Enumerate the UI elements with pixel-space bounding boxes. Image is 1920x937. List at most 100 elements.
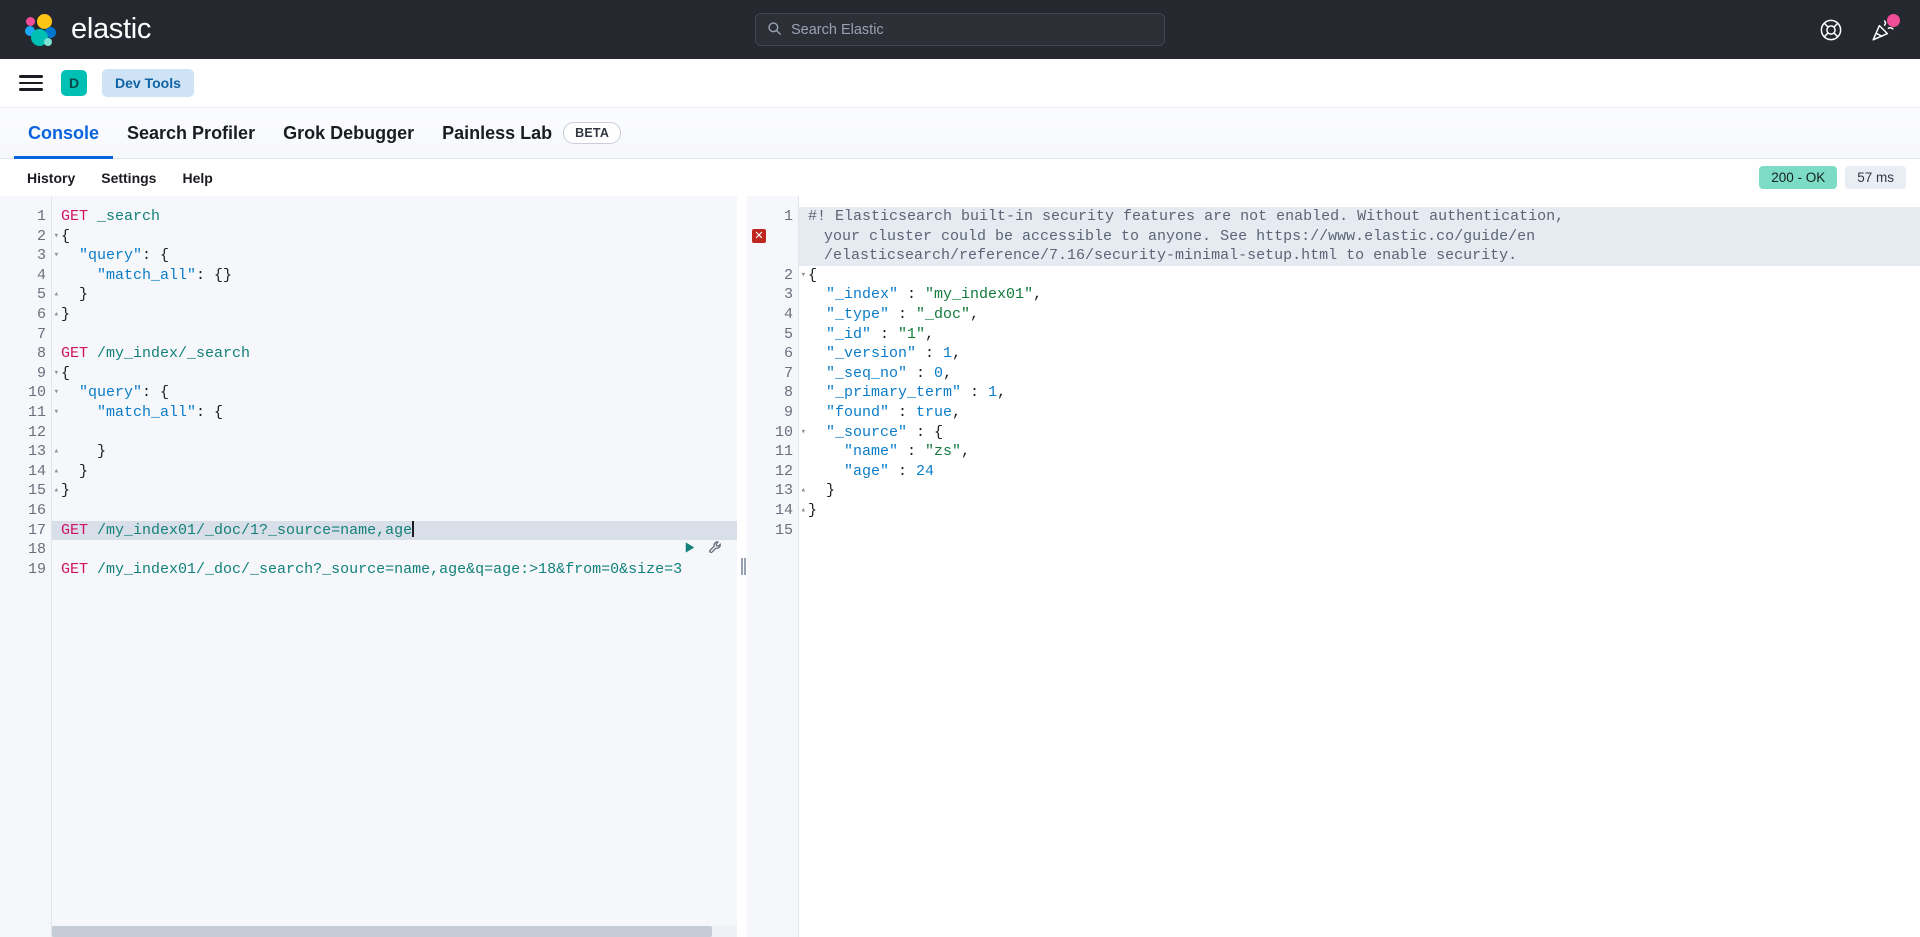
response-code: #! Elasticsearch built-in security featu…: [799, 196, 1920, 937]
request-code-line[interactable]: "match_all": {: [52, 403, 737, 423]
brand[interactable]: elastic: [24, 13, 151, 47]
tab-search-profiler[interactable]: Search Profiler: [113, 123, 269, 159]
request-code-line[interactable]: {: [52, 227, 737, 247]
console-split: 1 2 ▾ 3 ▾ 4 5 ▴ 6 ▴ 7 8 9 ▾ 10 ▾ 11 ▾ 12 13 ▴ 14 ▴ 15 ▴ 16 17 18 19 …: [0, 196, 1920, 937]
help-button[interactable]: Help: [169, 170, 225, 186]
response-code-line: "_primary_term" : 1,: [826, 384, 1007, 402]
response-line-number: [747, 246, 798, 266]
request-line-number: 6 ▴: [36, 305, 59, 323]
request-line-number: 11 ▾: [27, 403, 59, 421]
response-line-number: 11: [774, 443, 793, 461]
latency-badge: 57 ms: [1845, 166, 1906, 189]
response-warning-line: your cluster could be accessible to anyo…: [799, 226, 1920, 247]
request-code-line[interactable]: GET /my_index01/_doc/_search?_source=nam…: [52, 560, 737, 580]
hamburger-menu-icon[interactable]: [16, 68, 46, 98]
request-line-number: 5 ▴: [36, 286, 59, 304]
beta-badge: BETA: [563, 122, 622, 144]
response-line-number: ✕: [747, 227, 798, 247]
request-code-line[interactable]: [52, 325, 737, 345]
tab-grok-debugger[interactable]: Grok Debugger: [269, 123, 428, 159]
global-search-input[interactable]: Search Elastic: [755, 13, 1165, 46]
request-code-line[interactable]: }: [52, 285, 737, 305]
response-line-number: 15: [774, 521, 793, 539]
request-code-line[interactable]: }: [52, 305, 737, 325]
request-code-line[interactable]: }: [52, 442, 737, 462]
request-line-number: 3 ▾: [36, 247, 59, 265]
request-line-number: 16: [27, 501, 46, 519]
response-editor[interactable]: 1 ✕ 2 ▾ 3 4 5 6 7 8 9 10 ▾ 11 12 13 ▴ 14 ▴ 15 #! Elasticsea…: [747, 196, 1920, 937]
response-code-line: [799, 521, 1920, 541]
request-code-line[interactable]: {: [52, 364, 737, 384]
request-line-number: 7: [36, 325, 46, 343]
request-editor[interactable]: 1 2 ▾ 3 ▾ 4 5 ▴ 6 ▴ 7 8 9 ▾ 10 ▾ 11 ▾ 12 13 ▴ 14 ▴ 15 ▴ 16 17 18 19 …: [0, 196, 737, 937]
global-search-placeholder: Search Elastic: [791, 21, 884, 38]
response-code-line: "_type" : "_doc",: [826, 305, 980, 323]
request-scroll-thumb[interactable]: [52, 926, 712, 937]
pane-resizer[interactable]: [737, 196, 747, 937]
request-code-line[interactable]: [52, 501, 737, 521]
response-code-line: "name" : "zs",: [844, 443, 971, 461]
request-code-line[interactable]: "match_all": {}: [52, 266, 737, 286]
request-line-number: 14 ▴: [27, 462, 59, 480]
space-avatar[interactable]: D: [61, 70, 87, 96]
settings-button[interactable]: Settings: [88, 170, 169, 186]
request-code[interactable]: GET _search{ "query": { "match_all": {} …: [52, 196, 737, 937]
request-line-number: 19: [27, 560, 46, 578]
response-code-line: "_source" : {: [826, 423, 944, 441]
request-code-line[interactable]: "query": {: [52, 383, 737, 403]
response-line-number: 14 ▴: [774, 501, 806, 519]
tab-console[interactable]: Console: [14, 123, 114, 159]
response-code-line: "age" : 24: [844, 462, 935, 480]
request-line-number: 10 ▾: [27, 384, 59, 402]
response-line-number: 12: [774, 462, 793, 480]
response-code-line: }: [808, 501, 818, 519]
response-line-number: 13 ▴: [774, 482, 806, 500]
response-gutter: 1 ✕ 2 ▾ 3 4 5 6 7 8 9 10 ▾ 11 12 13 ▴ 14 ▴ 15: [747, 196, 806, 937]
response-status-group: 200 - OK 57 ms: [1759, 166, 1906, 189]
elastic-logo-icon: [24, 13, 58, 47]
request-code-line[interactable]: [52, 423, 737, 443]
request-line-number: 12: [27, 423, 46, 441]
help-lifebuoy-icon[interactable]: [1818, 17, 1844, 43]
response-code-line: "found" : true,: [826, 403, 962, 421]
request-code-line[interactable]: [52, 540, 737, 560]
response-code-line: {: [808, 266, 818, 284]
request-line-number: 4: [36, 266, 46, 284]
response-code-line: "_version" : 1,: [826, 345, 962, 363]
request-code-line[interactable]: GET /my_index01/_doc/1?_source=name,age: [52, 520, 737, 554]
request-line-number: 18: [27, 541, 46, 559]
request-code-line[interactable]: GET /my_index/_search: [52, 344, 737, 364]
response-line-number: 1: [783, 208, 793, 225]
history-button[interactable]: History: [14, 170, 88, 186]
request-code-line[interactable]: GET _search: [52, 207, 737, 227]
text-cursor: [412, 520, 415, 537]
request-gutter: 1 2 ▾ 3 ▾ 4 5 ▴ 6 ▴ 7 8 9 ▾ 10 ▾ 11 ▾ 12 13 ▴ 14 ▴ 15 ▴ 16 17 18 19: [0, 196, 59, 937]
request-code-line[interactable]: }: [52, 481, 737, 501]
response-line-number: 6: [783, 345, 793, 363]
request-horizontal-scrollbar[interactable]: [52, 926, 737, 937]
request-line-number: 2 ▾: [36, 227, 59, 245]
response-line-number: 10 ▾: [774, 423, 806, 441]
breadcrumb-bar: D Dev Tools: [0, 59, 1920, 108]
response-code-line: "_id" : "1",: [826, 325, 935, 343]
request-code-line[interactable]: "query": {: [52, 246, 737, 266]
response-line-number: 2 ▾: [783, 266, 806, 284]
error-x-icon[interactable]: ✕: [752, 228, 766, 243]
breadcrumb-dev-tools[interactable]: Dev Tools: [102, 69, 194, 97]
status-badge: 200 - OK: [1759, 166, 1838, 189]
request-line-number: 13 ▴: [27, 443, 59, 461]
response-line-number: 7: [783, 364, 793, 382]
search-icon: [767, 21, 782, 38]
response-line-number: 9: [783, 403, 793, 421]
request-line-number: 1: [36, 208, 46, 225]
tab-grok-debugger-label: Grok Debugger: [283, 123, 415, 143]
response-warning-line: /elasticsearch/reference/7.16/security-m…: [799, 246, 1920, 266]
party-popper-icon[interactable]: [1870, 13, 1900, 43]
request-line-number: 17: [27, 521, 46, 539]
request-code-line[interactable]: }: [52, 462, 737, 482]
response-code-line: "_seq_no" : 0,: [826, 364, 953, 382]
request-line-number: 15 ▴: [27, 482, 59, 500]
tab-painless-lab-label: Painless Lab: [442, 122, 553, 143]
response-code-line: }: [808, 482, 836, 500]
tab-painless-lab[interactable]: Painless Lab BETA: [428, 122, 635, 159]
